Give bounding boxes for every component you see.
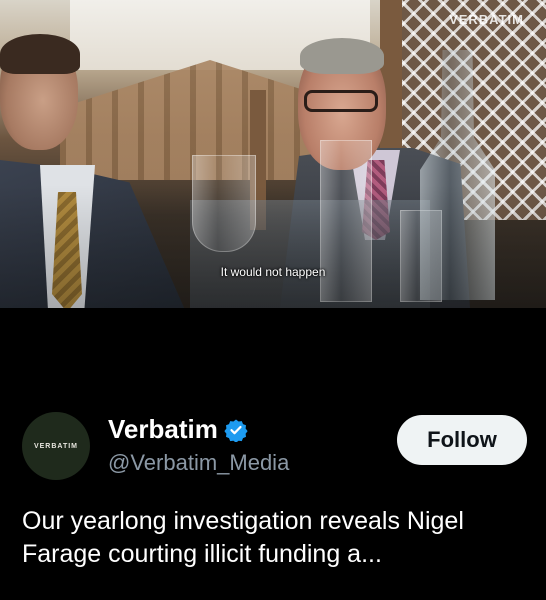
tweet-text: Our yearlong investigation reveals Nigel… <box>22 507 464 568</box>
display-name[interactable]: Verbatim <box>108 414 218 445</box>
video-watermark: VERBATIM <box>449 12 524 27</box>
follow-button[interactable]: Follow <box>397 415 527 465</box>
video-player[interactable]: VERBATIM It would not happen <box>0 0 546 308</box>
verified-badge-icon <box>224 418 248 443</box>
avatar-logo-text: VERBATIM <box>33 442 79 450</box>
account-handle[interactable]: @Verbatim_Media <box>108 450 289 476</box>
video-subtitle: It would not happen <box>220 265 326 279</box>
avatar[interactable]: VERBATIM <box>22 412 90 480</box>
name-row: Verbatim <box>108 414 248 445</box>
account-row: VERBATIM Verbatim @Verbatim_Media Follow <box>0 400 546 490</box>
